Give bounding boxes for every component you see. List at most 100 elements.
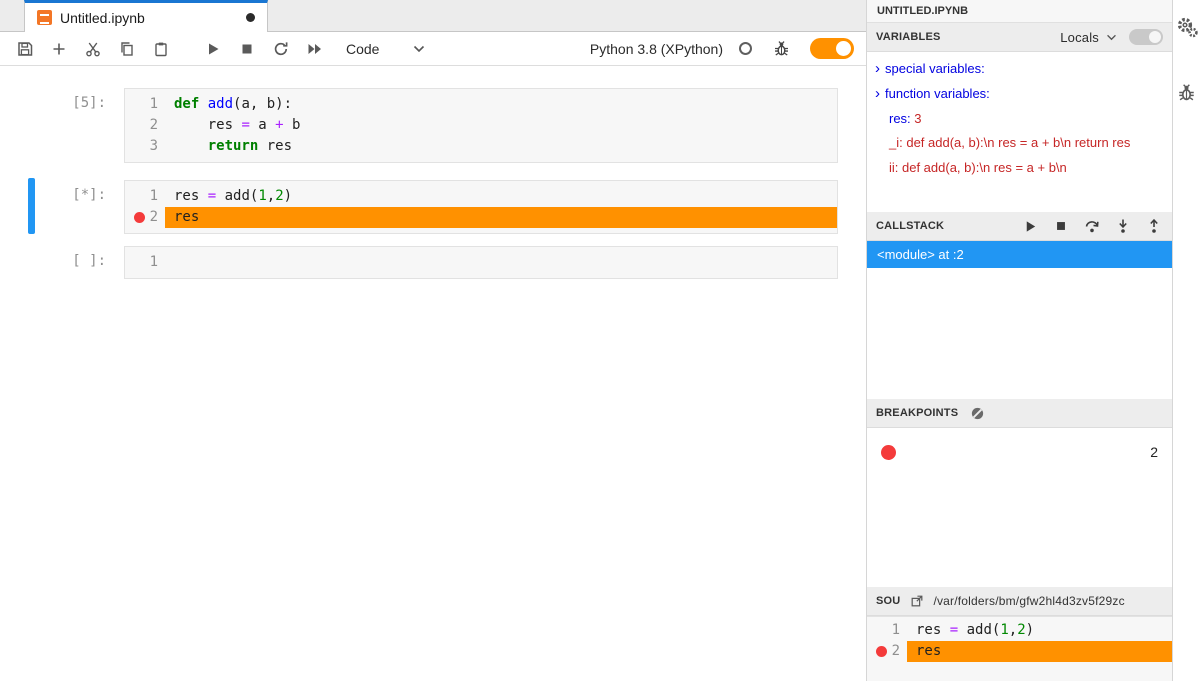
chevron-right-icon: › [875,85,880,102]
step-out-button[interactable] [1145,217,1163,235]
source-section-header[interactable]: SOU /var/folders/bm/gfw2hl4d3zv5f29zc [867,587,1172,616]
code-line[interactable]: 2 res = a + b [125,115,837,136]
callstack-section-header[interactable]: CALLSTACK [867,212,1172,241]
tab-bar: Untitled.ipynb [0,0,866,32]
code-line-current[interactable]: 2 res [125,207,837,228]
variables-tree: › special variables: › function variables: r… [867,52,1172,212]
breakpoint-row[interactable]: 2 [867,436,1172,468]
scope-dropdown[interactable]: Locals [1060,30,1117,45]
interrupt-kernel-button[interactable] [234,36,260,62]
variable-row[interactable]: res: 3 [867,106,1172,131]
line-gutter[interactable]: 2 [125,115,165,136]
tab-title: Untitled.ipynb [60,9,145,26]
breakpoints-list: 2 [867,428,1172,587]
restart-run-all-button[interactable] [302,36,328,62]
add-cell-button[interactable] [46,36,72,62]
debugger-tab-bug-icon[interactable] [1175,80,1199,104]
variables-group-row[interactable]: › function variables: [867,81,1172,106]
notebook-tab[interactable]: Untitled.ipynb [24,0,268,32]
debugger-toggle[interactable] [810,38,854,59]
code-text[interactable]: res = add(1,2) [907,620,1172,641]
save-button[interactable] [12,36,38,62]
line-number: 1 [891,622,900,638]
bug-icon[interactable] [768,36,794,62]
code-line-current[interactable]: 2 res [867,641,1172,662]
code-line[interactable]: 1 [125,252,837,273]
line-gutter[interactable]: 2 [867,641,907,662]
debugger-panel-title: UNTITLED.IPYNB [867,0,1172,23]
scope-value: Locals [1060,29,1099,45]
run-cell-button[interactable] [200,36,226,62]
step-in-button[interactable] [1114,217,1132,235]
code-editor[interactable]: 1 def add(a, b): 2 res = a + b3 return res [124,88,838,163]
line-gutter[interactable]: 2 [125,207,165,228]
copy-cells-button[interactable] [114,36,140,62]
breakpoint-dot[interactable] [881,444,896,460]
code-text[interactable]: def add(a, b): [165,94,837,115]
code-line[interactable]: 1 res = add(1,2) [867,620,1172,641]
breakpoint-dot[interactable] [133,212,145,223]
line-number: 2 [891,643,900,659]
code-line[interactable]: 1 res = add(1,2) [125,186,837,207]
continue-button[interactable] [1021,217,1039,235]
cell-type-dropdown[interactable]: Code [346,41,425,57]
right-sidebar-strip [1172,0,1200,681]
breakpoints-header-label: BREAKPOINTS [876,407,959,419]
cell-type-value: Code [346,40,380,57]
line-number: 2 [149,117,158,133]
code-text[interactable]: return res [165,136,837,157]
jupyterlab-window: Untitled.ipynb Code Python 3.8 (XPython)… [0,0,1200,681]
chevron-down-icon [414,45,425,52]
cut-cells-button[interactable] [80,36,106,62]
line-gutter[interactable]: 3 [125,136,165,157]
code-cell-empty: [ ]: 1 [0,246,866,279]
unsaved-changes-dot[interactable] [246,13,255,22]
callstack-list: <module> at :2 [867,241,1172,399]
source-path: /var/folders/bm/gfw2hl4d3zv5f29zc [933,594,1125,608]
step-over-button[interactable] [1083,217,1101,235]
terminate-button[interactable] [1052,217,1070,235]
line-number: 1 [149,254,158,270]
breakpoints-section-header[interactable]: BREAKPOINTS [867,399,1172,428]
source-header-label: SOU [876,595,901,607]
remove-breakpoints-icon[interactable] [968,404,986,422]
code-line[interactable]: 1 def add(a, b): [125,94,837,115]
line-gutter[interactable]: 1 [125,186,165,207]
toolbar-right-group: Python 3.8 (XPython) [590,36,854,62]
line-number: 2 [149,209,158,225]
cell-prompt: [*]: [72,187,106,203]
code-text[interactable]: res [907,641,1172,662]
variables-header-label: VARIABLES [876,31,941,43]
line-gutter[interactable]: 1 [125,252,165,273]
code-editor[interactable]: 1 res = add(1,2) 2 res [124,180,838,234]
paste-cells-button[interactable] [148,36,174,62]
breakpoint-line-number: 2 [1150,444,1158,460]
line-gutter[interactable]: 1 [125,94,165,115]
kernel-status-icon[interactable] [739,42,752,55]
variable-row[interactable]: ii: def add(a, b):\n res = a + b\n [867,155,1172,180]
notebook-icon [37,10,52,25]
code-text[interactable]: res = add(1,2) [165,186,837,207]
code-text[interactable]: res = a + b [165,115,837,136]
breakpoint-dot[interactable] [875,646,887,657]
variable-row[interactable]: _i: def add(a, b):\n res = a + b\n retur… [867,131,1172,155]
callstack-frame[interactable]: <module> at :2 [867,241,1172,268]
line-number: 3 [149,138,158,154]
open-source-icon[interactable] [908,592,926,610]
property-inspector-gears-icon[interactable] [1175,16,1199,40]
code-text[interactable] [165,252,837,273]
variables-view-toggle[interactable] [1129,29,1163,45]
variables-group-row[interactable]: › special variables: [867,56,1172,81]
line-number: 1 [149,96,158,112]
cell-prompt: [ ]: [72,253,106,269]
line-gutter[interactable]: 1 [867,620,907,641]
callstack-header-label: CALLSTACK [876,220,945,232]
code-editor[interactable]: 1 [124,246,838,279]
kernel-name[interactable]: Python 3.8 (XPython) [590,41,723,57]
code-cell: [5]: 1 def add(a, b): 2 res = a + b3 retur… [0,88,866,163]
variables-section-header[interactable]: VARIABLES Locals [867,23,1172,52]
code-line[interactable]: 3 return res [125,136,837,157]
restart-kernel-button[interactable] [268,36,294,62]
code-text[interactable]: res [165,207,837,228]
source-editor[interactable]: 1 res = add(1,2) 2 res [867,616,1172,681]
